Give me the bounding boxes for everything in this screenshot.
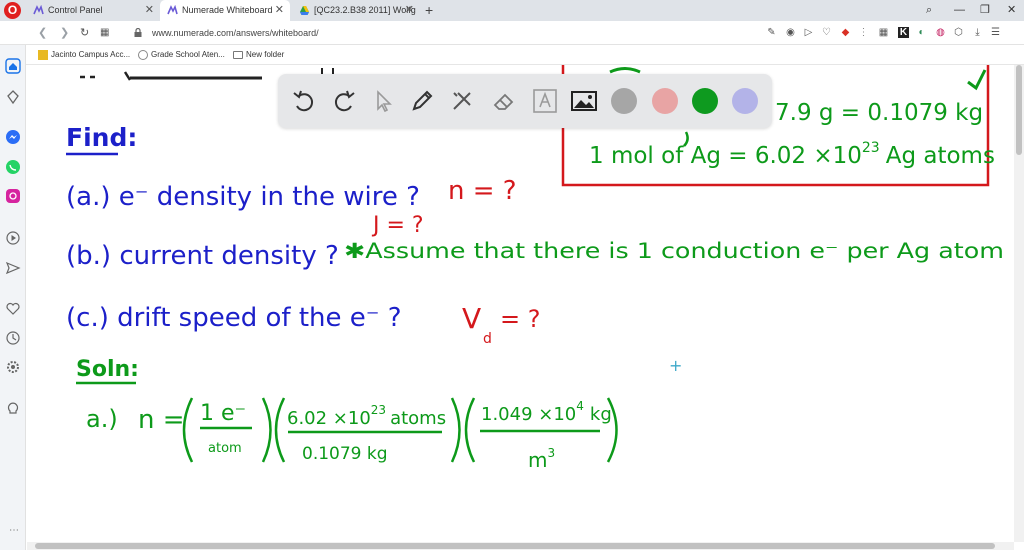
tools-icon[interactable]: [448, 87, 476, 115]
camera-icon[interactable]: ◉: [785, 27, 796, 38]
color-picker-icon[interactable]: ◆: [840, 27, 851, 38]
url-field[interactable]: www.numerade.com/answers/whiteboard/: [152, 21, 319, 45]
more-options-icon[interactable]: ⋯: [9, 525, 19, 536]
whatsapp-icon[interactable]: [5, 159, 21, 175]
numerade-favicon-icon: [167, 5, 178, 15]
back-icon[interactable]: ❮: [38, 21, 47, 45]
image-icon[interactable]: [570, 87, 598, 115]
history-icon[interactable]: [5, 330, 21, 346]
grid-extension-icon[interactable]: ▦: [878, 27, 889, 38]
minimize-button[interactable]: —: [954, 0, 965, 21]
tab-strip: O Control Panel ✕ Numerade Whiteboard ✕ …: [0, 0, 1024, 21]
tab-label: Numerade Whiteboard: [182, 5, 273, 15]
tab-close-icon[interactable]: ✕: [405, 0, 414, 21]
globe-icon: [138, 50, 148, 60]
folder-icon: [233, 51, 243, 59]
tab-numerade-whiteboard[interactable]: Numerade Whiteboard ✕: [160, 0, 290, 21]
scroll-thumb[interactable]: [1016, 65, 1022, 155]
bookmark-icon: [38, 50, 48, 60]
home-icon[interactable]: [5, 58, 21, 74]
bookmarks-bar: Jacinto Campus Acc... Grade School Aten.…: [0, 45, 1024, 65]
extension-divider-icon: ⋮: [858, 27, 869, 38]
tab-label: Control Panel: [48, 5, 103, 15]
lightbulb-icon[interactable]: [5, 401, 21, 417]
pin-icon[interactable]: ◍: [935, 27, 946, 38]
opera-sidebar: ⋯: [0, 45, 26, 550]
messenger-icon[interactable]: [5, 129, 21, 145]
color-swatch-gray[interactable]: [611, 88, 637, 114]
whiteboard-toolbar: [278, 74, 772, 128]
tab-close-icon[interactable]: ✕: [145, 0, 154, 21]
tab-label: [QC23.2.B38 2011] Wolfg: [314, 5, 416, 15]
heart-icon[interactable]: ♡: [821, 27, 832, 38]
bookmark-label: New folder: [246, 50, 285, 59]
download-icon[interactable]: ⤓: [972, 27, 983, 38]
cube-icon[interactable]: ⬡: [953, 27, 964, 38]
tab-wolfgram[interactable]: [QC23.2.B38 2011] Wolfg ✕: [292, 0, 420, 21]
color-swatch-pink[interactable]: [652, 88, 678, 114]
instagram-icon[interactable]: [5, 188, 21, 204]
lock-icon: [134, 28, 142, 37]
edit-icon[interactable]: ✎: [766, 27, 777, 38]
reload-icon[interactable]: ↻: [80, 21, 89, 45]
vertical-scrollbar[interactable]: [1014, 65, 1024, 542]
restore-button[interactable]: ❐: [980, 0, 990, 21]
address-bar: ❮ ❯ ↻ ▦ www.numerade.com/answers/whitebo…: [0, 21, 1024, 45]
close-window-button[interactable]: ✕: [1007, 0, 1016, 21]
opera-logo[interactable]: O: [4, 2, 21, 19]
color-swatch-green[interactable]: [692, 88, 718, 114]
pen-icon[interactable]: [408, 87, 436, 115]
pin-board-icon[interactable]: [5, 89, 21, 105]
grammarly-icon[interactable]: ◐: [916, 27, 927, 38]
settings-icon[interactable]: [5, 359, 21, 375]
tab-close-icon[interactable]: ✕: [275, 0, 284, 21]
forward-icon[interactable]: ❯: [60, 21, 69, 45]
color-swatch-lavender[interactable]: [732, 88, 758, 114]
bookmark-jacinto[interactable]: Jacinto Campus Acc...: [38, 45, 130, 65]
eraser-icon[interactable]: [490, 87, 518, 115]
horizontal-scrollbar[interactable]: [27, 542, 1014, 550]
redo-icon[interactable]: [330, 87, 358, 115]
select-icon[interactable]: [369, 87, 397, 115]
speed-dial-icon[interactable]: ▦: [100, 21, 109, 45]
easy-setup-icon[interactable]: ☰: [990, 27, 1001, 38]
google-drive-icon: [300, 6, 309, 15]
new-tab-button[interactable]: +: [425, 0, 433, 21]
undo-icon[interactable]: [290, 87, 318, 115]
text-icon[interactable]: [531, 87, 559, 115]
send-icon[interactable]: [5, 260, 21, 276]
tab-control-panel[interactable]: Control Panel ✕: [26, 0, 160, 21]
kami-extension-icon[interactable]: K: [898, 27, 909, 38]
play-icon[interactable]: ▷: [803, 27, 814, 38]
tab-search-icon[interactable]: ⌕: [926, 0, 932, 21]
player-icon[interactable]: [5, 230, 21, 246]
bookmark-label: Grade School Aten...: [151, 50, 225, 59]
bookmark-grade-school[interactable]: Grade School Aten...: [138, 45, 225, 65]
scroll-thumb[interactable]: [35, 543, 995, 549]
whiteboard-canvas[interactable]: [27, 65, 1014, 542]
numerade-favicon-icon: [33, 5, 44, 15]
bookmark-new-folder[interactable]: New folder: [233, 45, 284, 65]
heart-sidebar-icon[interactable]: [5, 301, 21, 317]
bookmark-label: Jacinto Campus Acc...: [51, 50, 131, 59]
